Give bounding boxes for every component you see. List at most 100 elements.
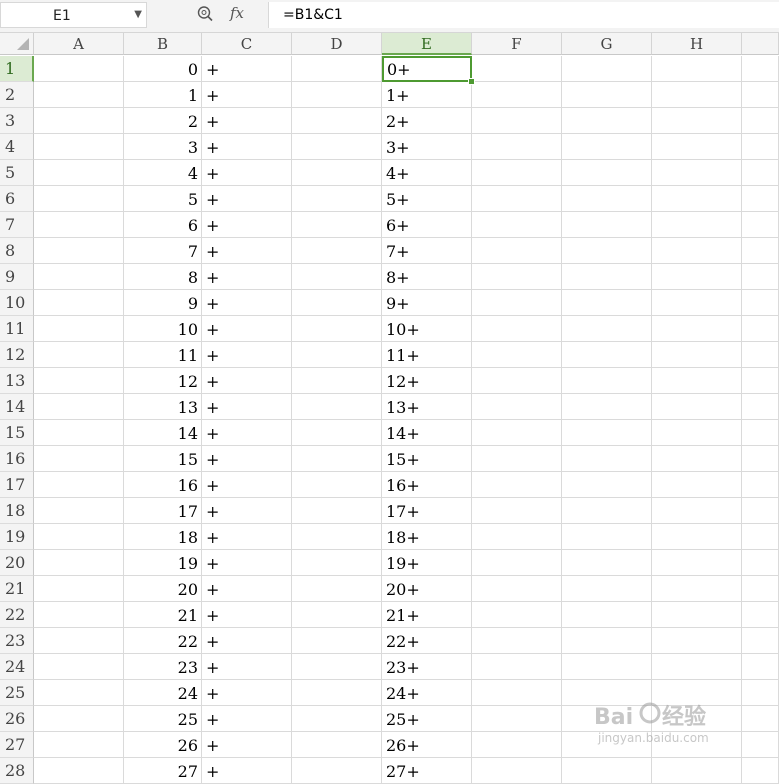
cell-g11[interactable] [562,316,652,342]
cell-e25[interactable]: 24+ [382,680,472,706]
cell-d11[interactable] [292,316,382,342]
cell-a13[interactable] [34,368,124,394]
formula-input[interactable]: =B1&C1 [268,2,779,28]
cell-f28[interactable] [472,758,562,784]
cell-g8[interactable] [562,238,652,264]
cell-h6[interactable] [652,186,742,212]
cell-filler[interactable] [742,550,779,576]
row-header[interactable]: 27 [0,732,34,758]
column-header-c[interactable]: C [202,33,292,55]
cell-a14[interactable] [34,394,124,420]
row-header[interactable]: 20 [0,550,34,576]
cell-e26[interactable]: 25+ [382,706,472,732]
cell-e12[interactable]: 11+ [382,342,472,368]
cell-e24[interactable]: 23+ [382,654,472,680]
cell-c20[interactable]: + [202,550,292,576]
cell-a6[interactable] [34,186,124,212]
column-header-f[interactable]: F [472,33,562,55]
cell-b13[interactable]: 12 [124,368,202,394]
cell-g20[interactable] [562,550,652,576]
cell-e21[interactable]: 20+ [382,576,472,602]
row-header[interactable]: 9 [0,264,34,290]
cell-filler[interactable] [742,342,779,368]
cell-f24[interactable] [472,654,562,680]
column-header-a[interactable]: A [34,33,124,55]
row-header[interactable]: 11 [0,316,34,342]
cell-h10[interactable] [652,290,742,316]
cell-c7[interactable]: + [202,212,292,238]
cell-f4[interactable] [472,134,562,160]
cell-a19[interactable] [34,524,124,550]
cell-h19[interactable] [652,524,742,550]
cell-f16[interactable] [472,446,562,472]
cell-h3[interactable] [652,108,742,134]
cell-d14[interactable] [292,394,382,420]
row-header[interactable]: 24 [0,654,34,680]
cell-b21[interactable]: 20 [124,576,202,602]
cell-b4[interactable]: 3 [124,134,202,160]
cell-c21[interactable]: + [202,576,292,602]
cell-g14[interactable] [562,394,652,420]
cell-g18[interactable] [562,498,652,524]
cell-g7[interactable] [562,212,652,238]
cell-f25[interactable] [472,680,562,706]
cell-filler[interactable] [742,576,779,602]
cell-h15[interactable] [652,420,742,446]
cell-e20[interactable]: 19+ [382,550,472,576]
cell-d19[interactable] [292,524,382,550]
magnifier-icon[interactable] [196,5,214,23]
cell-b18[interactable]: 17 [124,498,202,524]
row-header[interactable]: 23 [0,628,34,654]
cell-c28[interactable]: + [202,758,292,784]
cell-c8[interactable]: + [202,238,292,264]
cell-c23[interactable]: + [202,628,292,654]
cell-b23[interactable]: 22 [124,628,202,654]
cell-b28[interactable]: 27 [124,758,202,784]
cell-e17[interactable]: 16+ [382,472,472,498]
cell-a1[interactable] [34,56,124,82]
cell-filler[interactable] [742,186,779,212]
cell-h22[interactable] [652,602,742,628]
cell-b19[interactable]: 18 [124,524,202,550]
cell-b1[interactable]: 0 [124,56,202,82]
cell-b27[interactable]: 26 [124,732,202,758]
cell-filler[interactable] [742,160,779,186]
column-header-b[interactable]: B [124,33,202,55]
cell-e18[interactable]: 17+ [382,498,472,524]
row-header[interactable]: 6 [0,186,34,212]
row-header[interactable]: 18 [0,498,34,524]
cell-d13[interactable] [292,368,382,394]
row-header[interactable]: 15 [0,420,34,446]
cell-d25[interactable] [292,680,382,706]
cell-g6[interactable] [562,186,652,212]
cell-filler[interactable] [742,680,779,706]
cell-g24[interactable] [562,654,652,680]
cell-d4[interactable] [292,134,382,160]
cell-c4[interactable]: + [202,134,292,160]
cell-b20[interactable]: 19 [124,550,202,576]
cell-e19[interactable]: 18+ [382,524,472,550]
cell-f8[interactable] [472,238,562,264]
cell-b22[interactable]: 21 [124,602,202,628]
cell-d23[interactable] [292,628,382,654]
cell-filler[interactable] [742,134,779,160]
cell-b25[interactable]: 24 [124,680,202,706]
cell-g2[interactable] [562,82,652,108]
select-all-corner[interactable] [0,33,34,55]
cell-c10[interactable]: + [202,290,292,316]
cell-a24[interactable] [34,654,124,680]
cell-g12[interactable] [562,342,652,368]
cell-d10[interactable] [292,290,382,316]
cell-e3[interactable]: 2+ [382,108,472,134]
cell-filler[interactable] [742,602,779,628]
cell-a25[interactable] [34,680,124,706]
cell-d20[interactable] [292,550,382,576]
active-cell[interactable]: 0+ [382,56,472,82]
cell-b12[interactable]: 11 [124,342,202,368]
cell-e15[interactable]: 14+ [382,420,472,446]
column-header-e[interactable]: E [382,33,472,55]
row-header[interactable]: 7 [0,212,34,238]
cell-b6[interactable]: 5 [124,186,202,212]
cell-c13[interactable]: + [202,368,292,394]
cell-b9[interactable]: 8 [124,264,202,290]
